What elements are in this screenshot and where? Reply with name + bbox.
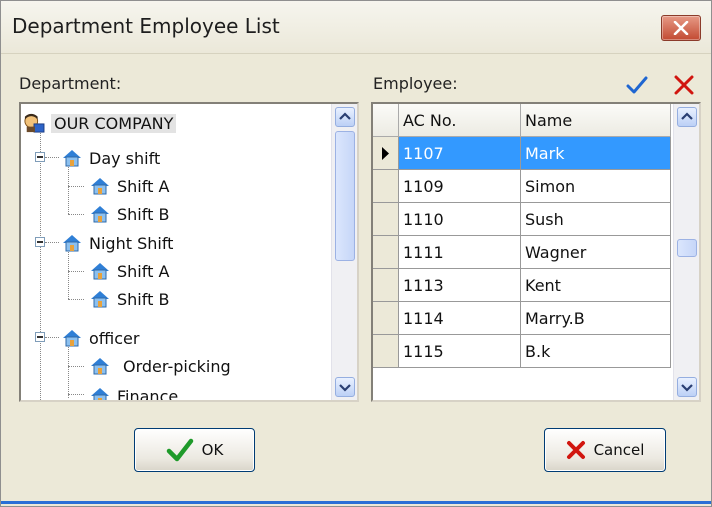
company-icon [24,113,45,133]
scroll-thumb[interactable] [335,131,355,261]
house-icon [91,178,109,195]
cell-ac-no: 1107 [399,137,521,170]
employee-label: Employee: [373,74,458,93]
checkmark-icon[interactable] [625,75,649,95]
tree-connector [40,130,41,400]
row-indicator [373,236,399,269]
cell-ac-no: 1109 [399,170,521,203]
cancel-button[interactable]: Cancel [544,428,666,472]
column-header-name[interactable]: Name [521,104,671,137]
tree-item-night-shift[interactable]: Night Shift [61,231,173,255]
chevron-down-icon [339,384,351,392]
window-title: Department Employee List [12,14,280,38]
house-icon [91,291,109,308]
tree-connector [45,157,59,158]
cell-ac-no: 1110 [399,203,521,236]
tree-connector [68,186,84,187]
close-icon [673,21,689,35]
red-x-icon[interactable] [673,75,695,95]
cell-ac-no: 1114 [399,302,521,335]
scroll-up-button[interactable] [677,107,697,127]
row-indicator [373,335,399,368]
ok-button[interactable]: OK [134,428,255,472]
tree-item-order-picking[interactable]: Order-picking [89,354,231,378]
grid-scrollbar[interactable] [673,104,699,400]
cell-ac-no: 1111 [399,236,521,269]
collapse-toggle[interactable] [35,152,45,162]
cell-name: Simon [521,170,671,203]
tree-connector [68,271,84,272]
house-icon [63,150,81,167]
house-icon [91,263,109,280]
tree-connector [68,299,84,300]
cell-ac-no: 1115 [399,335,521,368]
row-indicator [373,170,399,203]
cancel-button-label: Cancel [593,441,645,459]
chevron-down-icon [681,384,693,392]
tree-item-label: Night Shift [89,233,174,253]
cell-ac-no: 1113 [399,269,521,302]
red-x-icon [566,441,585,459]
tree-item-shift-b[interactable]: Shift B [89,287,169,311]
department-employee-dialog: Department Employee List Department: Emp… [0,0,712,507]
tree-item-label: Finance [117,386,179,402]
window-bottom-border [1,501,711,504]
column-header-ac-no[interactable]: AC No. [399,104,521,137]
scroll-down-button[interactable] [677,377,697,397]
cell-name: Wagner [521,236,671,269]
tree-item-label: officer [89,328,140,348]
department-label: Department: [19,74,122,93]
tree-item-label: Order-picking [123,356,231,376]
tree-item-label: Day shift [89,148,161,168]
row-indicator [373,137,399,170]
house-icon [91,358,109,375]
tree-connector [68,394,84,395]
scroll-up-button[interactable] [335,107,355,127]
tree-item-officer[interactable]: officer [61,326,139,350]
collapse-toggle[interactable] [35,332,45,342]
row-indicator [373,203,399,236]
title-bar: Department Employee List [1,1,711,54]
house-icon [63,330,81,347]
green-check-icon [166,438,193,462]
tree-item-finance[interactable]: Finance [89,384,179,402]
tree-item-shift-b[interactable]: Shift B [89,202,169,226]
tree-connector [68,366,84,367]
tree-connector [68,214,84,215]
row-indicator [373,269,399,302]
tree-item-label: OUR COMPANY [51,113,177,133]
scroll-thumb[interactable] [677,239,697,257]
employee-grid[interactable]: AC No. Name 1107 Mark 1109 Simon 1110 Su… [371,102,701,402]
tree-connector [45,242,59,243]
ok-button-label: OK [201,441,224,459]
cell-name: B.k [521,335,671,368]
tree-item-our-company[interactable]: OUR COMPANY [23,111,177,135]
chevron-up-icon [339,112,351,120]
tree-connector [45,337,59,338]
tree-item-label: Shift B [117,204,170,224]
current-row-arrow-icon [382,147,389,160]
collapse-toggle[interactable] [35,237,45,247]
cell-name: Sush [521,203,671,236]
department-tree[interactable]: OUR COMPANY Day shift Shift A Shift B Ni… [19,102,359,402]
cell-name: Mark [521,137,671,170]
cell-name: Kent [521,269,671,302]
tree-item-shift-a[interactable]: Shift A [89,259,169,283]
tree-item-label: Shift A [117,176,170,196]
house-icon [91,388,109,400]
tree-item-label: Shift A [117,261,170,281]
tree-item-label: Shift B [117,289,170,309]
cell-name: Marry.B [521,302,671,335]
tree-scrollbar[interactable] [331,104,357,400]
scroll-down-button[interactable] [335,377,355,397]
chevron-up-icon [681,112,693,120]
tree-item-day-shift[interactable]: Day shift [61,146,160,170]
house-icon [63,235,81,252]
house-icon [91,206,109,223]
tree-item-shift-a[interactable]: Shift A [89,174,169,198]
close-button[interactable] [661,15,701,41]
row-indicator [373,302,399,335]
row-indicator-header [373,104,399,137]
